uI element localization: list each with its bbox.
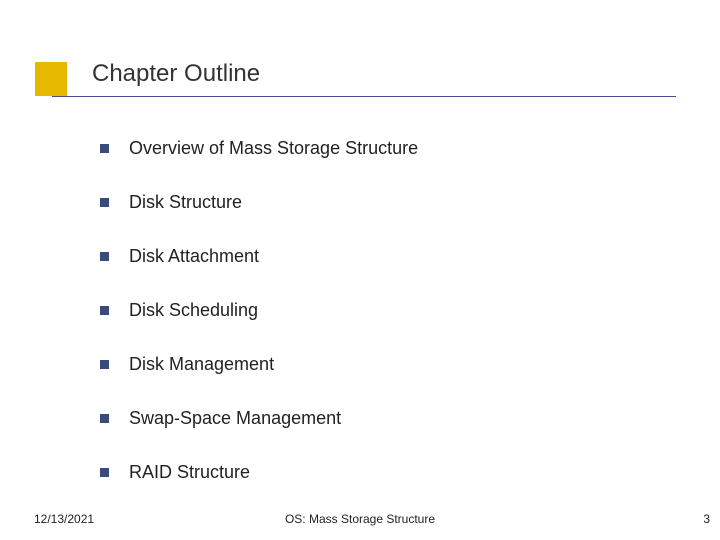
square-bullet-icon [100, 306, 109, 315]
footer-page-number: 3 [703, 512, 710, 526]
list-item-label: Swap-Space Management [129, 408, 341, 429]
list-item-label: Disk Scheduling [129, 300, 258, 321]
square-bullet-icon [100, 414, 109, 423]
list-item-label: Overview of Mass Storage Structure [129, 138, 418, 159]
bullet-list: Overview of Mass Storage Structure Disk … [100, 138, 680, 516]
title-underline [52, 96, 676, 97]
list-item: Disk Structure [100, 192, 680, 213]
slide: Chapter Outline Overview of Mass Storage… [0, 0, 720, 540]
list-item-label: Disk Structure [129, 192, 242, 213]
slide-title: Chapter Outline [92, 60, 260, 88]
list-item: Disk Attachment [100, 246, 680, 267]
title-accent-block [35, 62, 67, 96]
square-bullet-icon [100, 252, 109, 261]
list-item: Swap-Space Management [100, 408, 680, 429]
list-item: Overview of Mass Storage Structure [100, 138, 680, 159]
list-item-label: RAID Structure [129, 462, 250, 483]
square-bullet-icon [100, 468, 109, 477]
list-item: Disk Scheduling [100, 300, 680, 321]
list-item-label: Disk Management [129, 354, 274, 375]
square-bullet-icon [100, 198, 109, 207]
square-bullet-icon [100, 360, 109, 369]
list-item: Disk Management [100, 354, 680, 375]
list-item: RAID Structure [100, 462, 680, 483]
square-bullet-icon [100, 144, 109, 153]
list-item-label: Disk Attachment [129, 246, 259, 267]
slide-footer: 12/13/2021 OS: Mass Storage Structure 3 [0, 508, 720, 526]
footer-center-text: OS: Mass Storage Structure [0, 512, 720, 526]
